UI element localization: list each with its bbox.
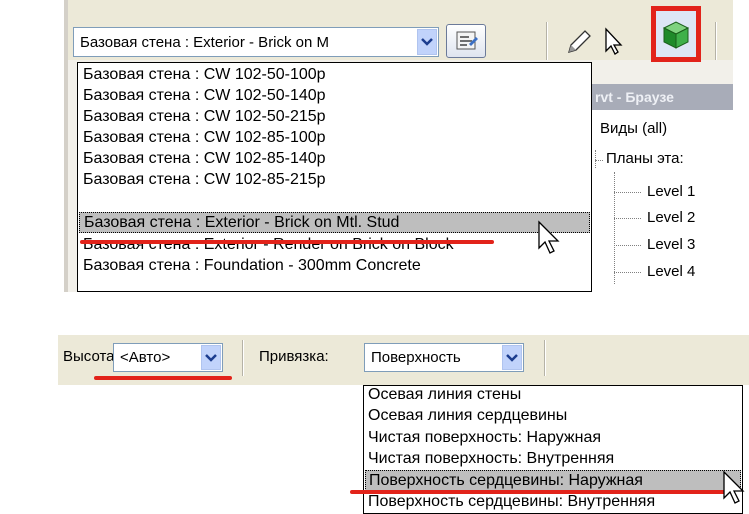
tree-item-level[interactable]: Level 1 — [647, 183, 695, 200]
type-option[interactable]: Базовая стена : CW 102-85-100p — [83, 128, 326, 148]
project-browser-title: rvt - Браузе — [592, 84, 733, 110]
tree-item-level[interactable]: Level 4 — [647, 263, 695, 280]
type-option-selected[interactable]: Базовая стена : Exterior - Brick on Mtl.… — [79, 212, 590, 233]
select-arrow-icon — [605, 27, 623, 55]
type-option[interactable]: Базовая стена : Exterior - Render on Bri… — [83, 235, 454, 255]
tree-connector — [614, 192, 641, 193]
tree-connector — [614, 272, 641, 273]
snap-option[interactable]: Чистая поверхность: Наружная — [368, 428, 601, 448]
type-option[interactable]: Базовая стена : CW 102-50-100p — [83, 65, 326, 85]
type-option[interactable]: Базовая стена : Foundation - 300mm Concr… — [83, 256, 421, 276]
type-option[interactable]: Базовая стена : CW 102-50-140p — [83, 86, 326, 106]
height-value: <Авто> — [120, 349, 171, 366]
wall-tool-button[interactable] — [651, 6, 701, 62]
type-properties-button[interactable] — [446, 24, 486, 58]
tree-connector — [595, 150, 596, 168]
snap-option-selected[interactable]: Поверхность сердцевины: Наружная — [365, 470, 741, 491]
tree-connector — [614, 218, 641, 219]
pencil-tool-button[interactable] — [561, 24, 595, 58]
type-option[interactable]: Базовая стена : CW 102-50-215p — [83, 107, 326, 127]
snap-dropdown-list[interactable]: Осевая линия стены Осевая линия сердцеви… — [363, 385, 743, 514]
highlight-underline — [80, 240, 494, 244]
type-selector-dropdown-button[interactable] — [417, 29, 437, 55]
mouse-cursor-icon — [723, 470, 745, 504]
chevron-down-icon — [421, 38, 433, 46]
tree-connector — [595, 160, 603, 161]
height-label: Высота: — [63, 348, 119, 365]
height-selector[interactable]: <Авто> — [113, 343, 223, 372]
chevron-down-icon — [205, 353, 217, 362]
tree-connector — [614, 245, 641, 246]
snap-label: Привязка: — [259, 348, 329, 365]
chevron-down-icon — [506, 353, 518, 362]
height-dropdown-button[interactable] — [201, 345, 221, 370]
snap-option[interactable]: Осевая линия сердцевины — [368, 406, 567, 426]
type-properties-icon — [456, 31, 478, 50]
tree-root[interactable]: Виды (all) — [600, 120, 667, 137]
highlight-underline — [350, 490, 726, 494]
select-tool-button[interactable] — [596, 24, 630, 58]
snap-option[interactable]: Осевая линия стены — [368, 386, 521, 405]
wall-tool-icon — [662, 21, 690, 49]
type-option[interactable]: Базовая стена : CW 102-85-215p — [83, 170, 326, 190]
mouse-cursor-icon — [538, 220, 560, 254]
snap-value: Поверхность — [371, 349, 461, 366]
tree-item-level[interactable]: Level 3 — [647, 236, 695, 253]
pencil-icon — [568, 30, 591, 53]
type-selector-value: Базовая стена : Exterior - Brick on M — [80, 33, 330, 51]
snap-option[interactable]: Поверхность сердцевины: Внутренняя — [368, 492, 655, 512]
snap-selector[interactable]: Поверхность — [364, 343, 524, 372]
snap-option[interactable]: Чистая поверхность: Внутренняя — [368, 449, 614, 469]
tree-item-level[interactable]: Level 2 — [647, 209, 695, 226]
type-option[interactable]: Базовая стена : CW 102-85-140p — [83, 149, 326, 169]
highlight-underline — [94, 376, 232, 380]
toolbar-separator — [546, 22, 548, 60]
toolbar-separator — [715, 22, 717, 60]
tree-group[interactable]: Планы эта: — [606, 150, 684, 167]
options-separator — [544, 340, 546, 376]
snap-dropdown-button[interactable] — [502, 345, 522, 370]
project-browser: Виды (all) Планы эта: Level 1 Level 2 Le… — [592, 110, 733, 292]
type-selector[interactable]: Базовая стена : Exterior - Brick on M — [73, 27, 439, 57]
options-separator — [242, 340, 244, 376]
tree-connector — [614, 172, 615, 284]
type-dropdown-list[interactable]: Базовая стена : CW 102-50-100p Базовая с… — [77, 62, 592, 292]
